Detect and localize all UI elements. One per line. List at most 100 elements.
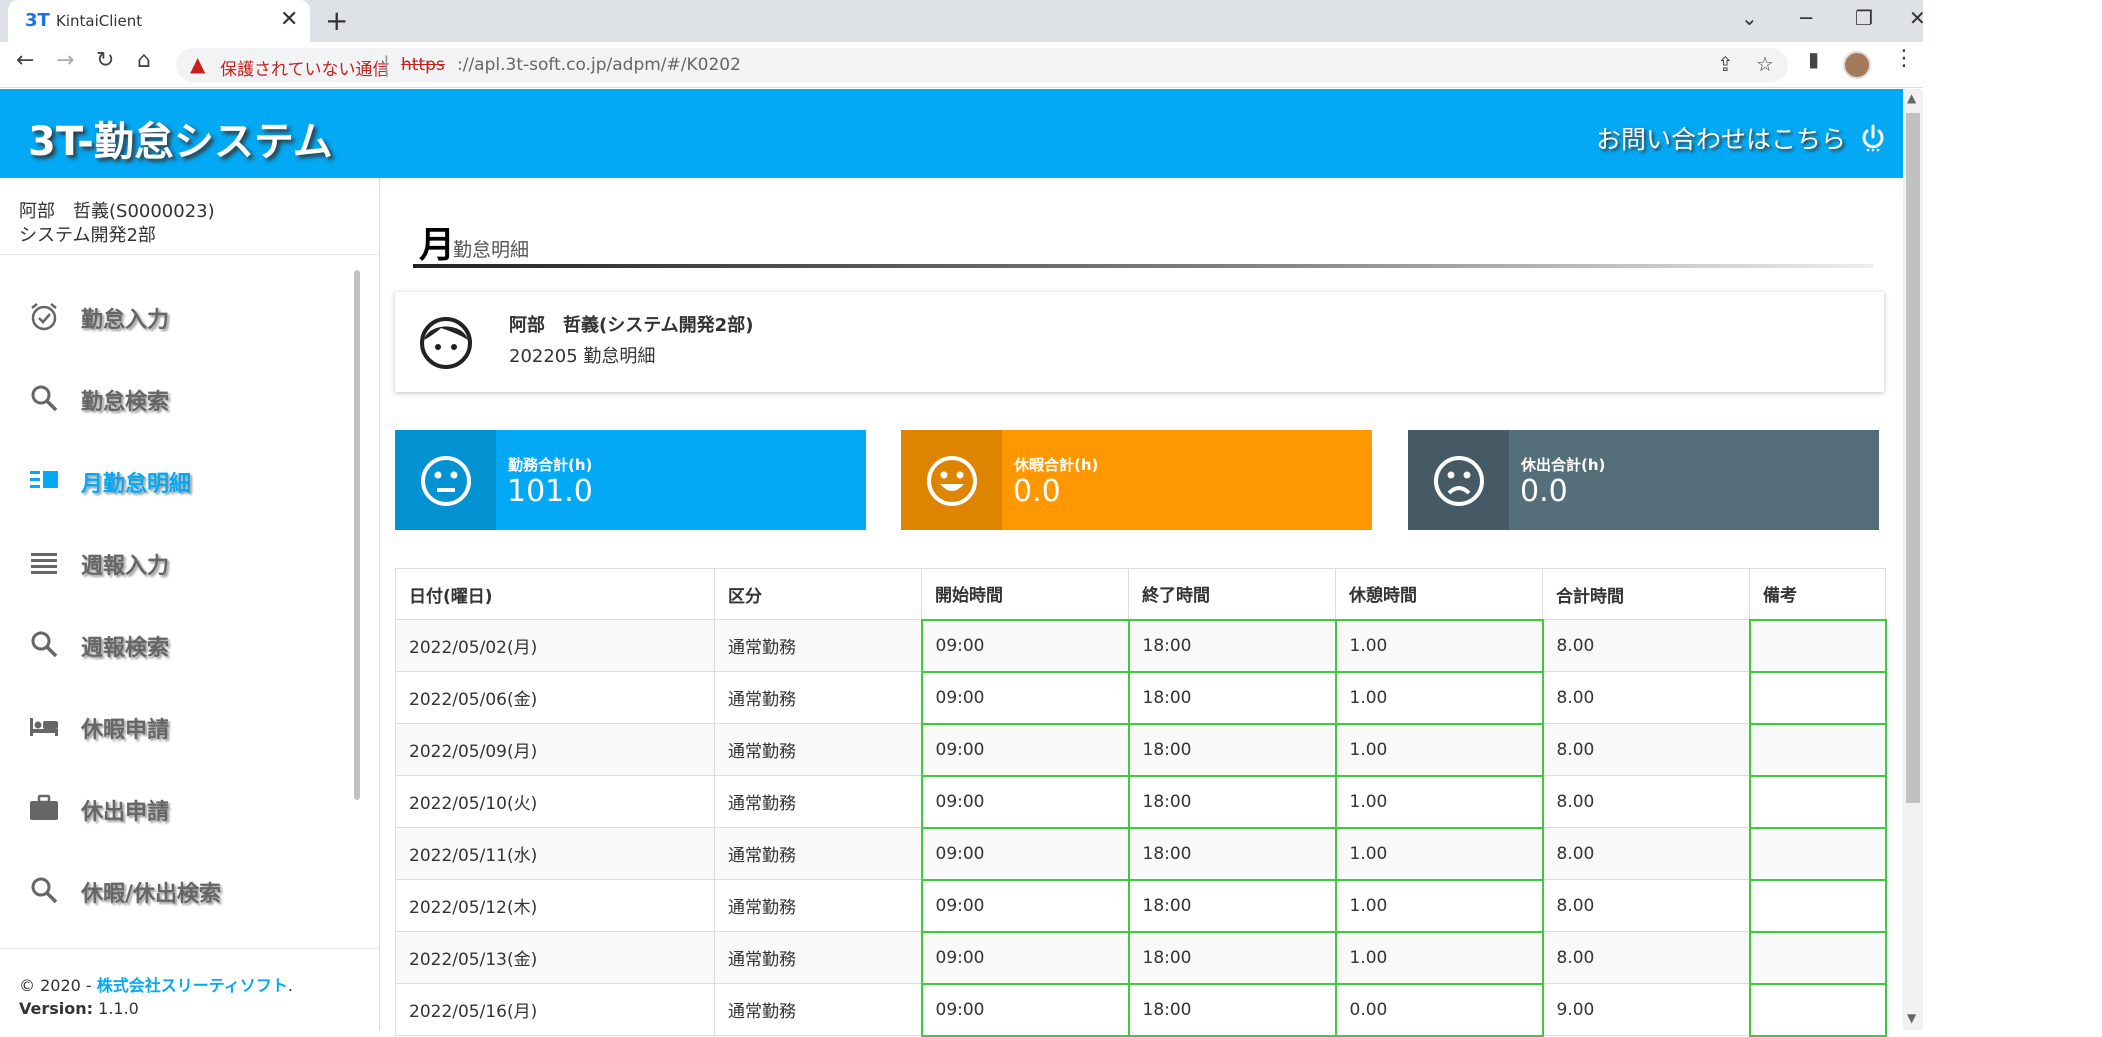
browser-window: 3T KintaiClient ✕ + ⌄ ─ ❐ ✕ ← → ↻ ⌂ ▲ 保護… bbox=[0, 0, 1926, 1037]
tab-search-icon[interactable]: ⌄ bbox=[1741, 6, 1758, 30]
column-header[interactable]: 区分 bbox=[714, 568, 922, 620]
sidebar-item-label: 休暇/休出検索 bbox=[81, 882, 222, 907]
neutral-face-icon bbox=[421, 456, 471, 506]
column-header[interactable]: 備考 bbox=[1749, 568, 1886, 620]
end-time-input[interactable]: 18:00 bbox=[1127, 826, 1337, 881]
start-time-input[interactable]: 09:00 bbox=[920, 826, 1130, 881]
start-time-input[interactable]: 09:00 bbox=[920, 930, 1130, 985]
end-time-input[interactable]: 18:00 bbox=[1127, 930, 1337, 985]
table-row: 2022/05/11(水) 通常勤務 09:00 18:00 1.00 8.00 bbox=[395, 826, 1887, 881]
share-icon[interactable]: ⇪ bbox=[1717, 52, 1734, 76]
side-panel-icon[interactable]: ▮ bbox=[1808, 47, 1819, 71]
total-time-cell: 8.00 bbox=[1542, 931, 1750, 984]
url-path: ://apl.3t-soft.co.jp/adpm/#/K0202 bbox=[457, 55, 741, 75]
break-time-input[interactable]: 1.00 bbox=[1334, 826, 1544, 881]
break-time-input[interactable]: 1.00 bbox=[1334, 670, 1544, 725]
column-header[interactable]: 合計時間 bbox=[1542, 568, 1750, 620]
minimize-icon[interactable]: ─ bbox=[1800, 6, 1812, 30]
start-time-input[interactable]: 09:00 bbox=[920, 774, 1130, 829]
type-cell: 通常勤務 bbox=[714, 671, 922, 724]
end-time-input[interactable]: 18:00 bbox=[1127, 982, 1337, 1037]
back-icon[interactable]: ← bbox=[16, 48, 34, 73]
divider bbox=[0, 254, 380, 255]
sad-face-icon bbox=[1434, 456, 1484, 506]
company-link[interactable]: 株式会社スリーティソフト bbox=[97, 976, 288, 995]
sidebar-item-attendance-input[interactable]: 勤怠入力 bbox=[0, 286, 350, 346]
profile-subtitle: 202205 勤怠明細 bbox=[509, 346, 656, 367]
sidebar-item-weekly-search[interactable]: 週報検索 bbox=[0, 614, 350, 674]
remarks-input[interactable] bbox=[1748, 826, 1887, 881]
forward-icon[interactable]: → bbox=[56, 48, 74, 73]
profile-card: 阿部 哲義(システム開発2部) 202205 勤怠明細 bbox=[395, 292, 1884, 392]
column-header[interactable]: 開始時間 bbox=[921, 568, 1129, 620]
address-bar[interactable]: ▲ 保護されていない通信 | https ://apl.3t-soft.co.j… bbox=[176, 48, 1788, 82]
scroll-down-icon[interactable]: ▼ bbox=[1907, 1011, 1916, 1025]
end-time-input[interactable]: 18:00 bbox=[1127, 618, 1337, 673]
start-time-input[interactable]: 09:00 bbox=[920, 982, 1130, 1037]
briefcase-icon bbox=[30, 794, 58, 820]
break-time-input[interactable]: 1.00 bbox=[1334, 618, 1544, 673]
stat-icon-box bbox=[901, 430, 1002, 530]
break-time-input[interactable]: 0.00 bbox=[1334, 982, 1544, 1037]
scroll-thumb[interactable] bbox=[1906, 113, 1920, 803]
end-time-input[interactable]: 18:00 bbox=[1127, 878, 1337, 933]
bookmark-star-icon[interactable]: ☆ bbox=[1756, 52, 1774, 76]
total-time-cell: 9.00 bbox=[1542, 983, 1750, 1036]
contact-link[interactable]: お問い合わせはこちら bbox=[1596, 120, 1846, 156]
remarks-input[interactable] bbox=[1748, 722, 1887, 777]
column-header[interactable]: 終了時間 bbox=[1128, 568, 1336, 620]
new-tab-icon[interactable]: + bbox=[325, 4, 348, 37]
sidebar-scrollbar[interactable] bbox=[354, 270, 360, 800]
break-time-input[interactable]: 1.00 bbox=[1334, 930, 1544, 985]
warning-icon[interactable]: ▲ bbox=[190, 52, 205, 76]
remarks-input[interactable] bbox=[1748, 982, 1887, 1037]
profile-avatar[interactable] bbox=[1843, 51, 1871, 79]
start-time-input[interactable]: 09:00 bbox=[920, 670, 1130, 725]
contact-here-link[interactable]: こちら bbox=[1771, 125, 1846, 154]
date-cell: 2022/05/13(金) bbox=[395, 931, 715, 984]
remarks-input[interactable] bbox=[1748, 618, 1887, 673]
sidebar-item-leave-search[interactable]: 休暇/休出検索 bbox=[0, 860, 350, 920]
search-icon bbox=[31, 631, 58, 658]
security-warning[interactable]: 保護されていない通信 bbox=[220, 55, 390, 80]
break-time-input[interactable]: 1.00 bbox=[1334, 878, 1544, 933]
stat-label: 勤務合計(h) bbox=[508, 456, 593, 474]
remarks-input[interactable] bbox=[1748, 774, 1887, 829]
sidebar-item-monthly-detail[interactable]: 月勤怠明細 bbox=[0, 450, 350, 510]
contact-prefix: お問い合わせは bbox=[1596, 125, 1772, 154]
sidebar-item-label: 週報入力 bbox=[81, 554, 170, 579]
scroll-up-icon[interactable]: ▲ bbox=[1907, 91, 1916, 105]
end-time-input[interactable]: 18:00 bbox=[1127, 774, 1337, 829]
remarks-input[interactable] bbox=[1748, 670, 1887, 725]
end-time-input[interactable]: 18:00 bbox=[1127, 670, 1337, 725]
page-scrollbar[interactable]: ▲ ▼ bbox=[1903, 89, 1923, 1030]
sidebar-item-attendance-search[interactable]: 勤怠検索 bbox=[0, 368, 350, 428]
end-time-input[interactable]: 18:00 bbox=[1127, 722, 1337, 777]
start-time-input[interactable]: 09:00 bbox=[920, 722, 1130, 777]
start-time-input[interactable]: 09:00 bbox=[920, 878, 1130, 933]
reload-icon[interactable]: ↻ bbox=[96, 48, 114, 73]
sidebar-item-weekly-input[interactable]: 週報入力 bbox=[0, 532, 350, 592]
table-row: 2022/05/06(金) 通常勤務 09:00 18:00 1.00 8.00 bbox=[395, 670, 1887, 725]
sidebar-item-leave-request[interactable]: 休暇申請 bbox=[0, 696, 350, 756]
sidebar-item-label: 週報検索 bbox=[81, 636, 170, 661]
browser-menu-icon[interactable]: ⋮ bbox=[1893, 46, 1915, 71]
power-icon[interactable] bbox=[1859, 123, 1887, 153]
remarks-input[interactable] bbox=[1748, 930, 1887, 985]
start-time-input[interactable]: 09:00 bbox=[920, 618, 1130, 673]
outer-background bbox=[1923, 0, 2102, 1030]
page-title-big: 月 bbox=[419, 225, 456, 266]
type-cell: 通常勤務 bbox=[714, 983, 922, 1036]
column-header[interactable]: 日付(曜日) bbox=[395, 568, 715, 620]
column-header[interactable]: 休憩時間 bbox=[1335, 568, 1543, 620]
home-icon[interactable]: ⌂ bbox=[137, 48, 151, 73]
sidebar-item-holiday-work-request[interactable]: 休出申請 bbox=[0, 778, 350, 838]
tab-close-icon[interactable]: ✕ bbox=[280, 7, 298, 32]
break-time-input[interactable]: 1.00 bbox=[1334, 722, 1544, 777]
restore-icon[interactable]: ❐ bbox=[1855, 6, 1873, 30]
sidebar: 阿部 哲義(S0000023) システム開発2部 勤怠入力 勤怠検索 月勤怠明細… bbox=[0, 178, 380, 1030]
break-time-input[interactable]: 1.00 bbox=[1334, 774, 1544, 829]
browser-tab[interactable]: 3T KintaiClient ✕ bbox=[8, 0, 310, 42]
remarks-input[interactable] bbox=[1748, 878, 1887, 933]
brand-logo[interactable]: 3T-勤怠システム bbox=[28, 109, 333, 167]
